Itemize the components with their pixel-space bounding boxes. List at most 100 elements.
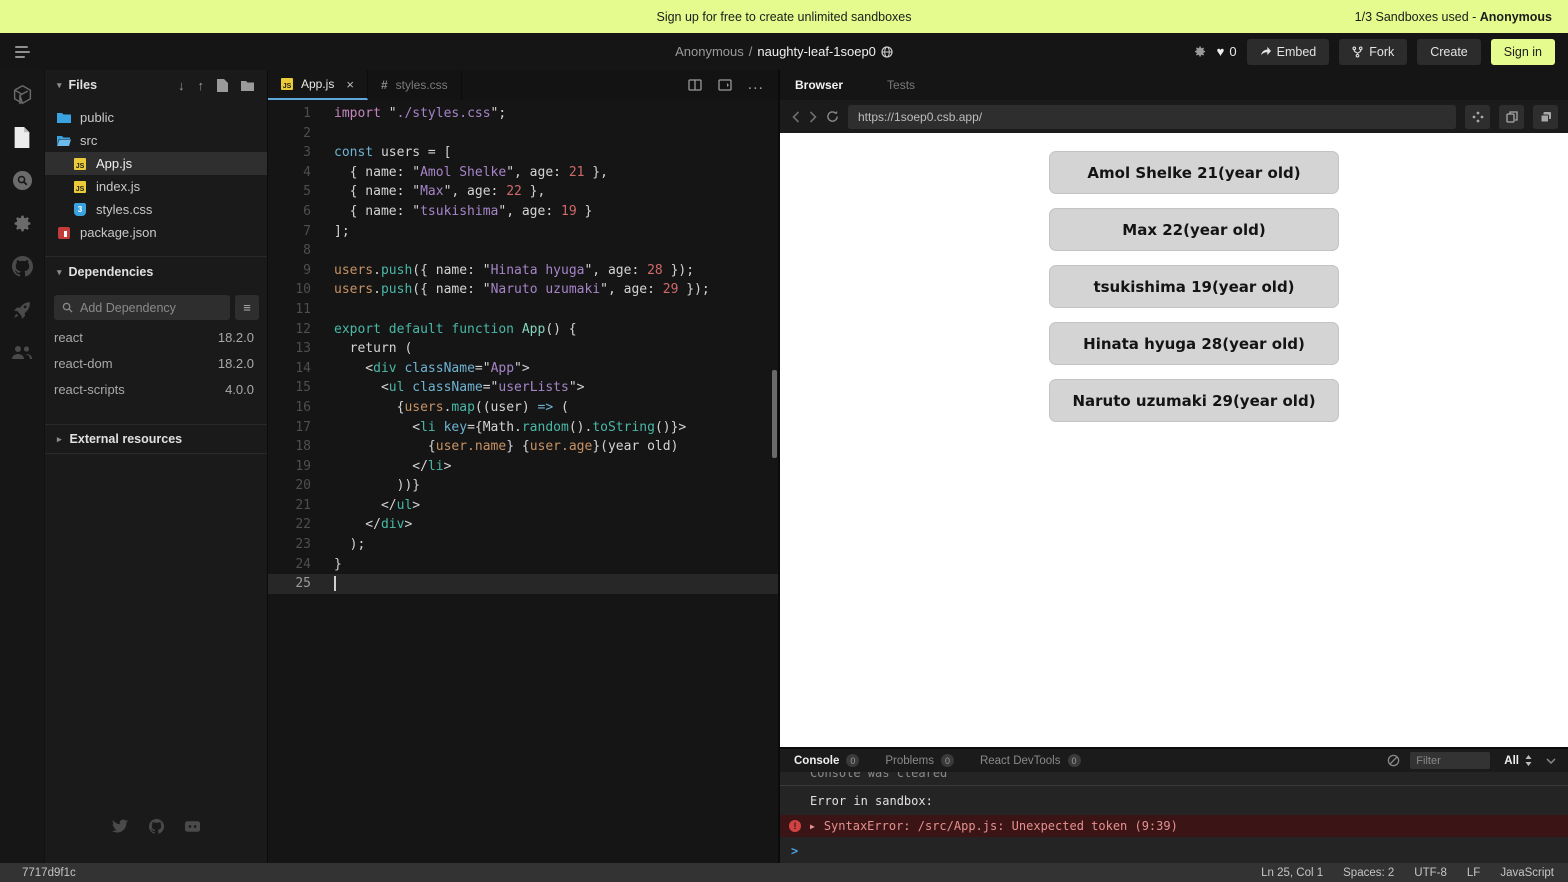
- fork-button[interactable]: Fork: [1339, 39, 1407, 65]
- preview-tab-tests[interactable]: Tests: [887, 78, 915, 92]
- preferences-gear-icon[interactable]: [1192, 44, 1207, 59]
- status-item[interactable]: Spaces: 2: [1343, 867, 1394, 879]
- console-tab-console[interactable]: Console0: [794, 754, 859, 767]
- editor-scrollbar[interactable]: [772, 370, 777, 458]
- file-explorer-icon[interactable]: [11, 126, 34, 149]
- code-line-21[interactable]: 21 </ul>: [268, 496, 778, 516]
- add-dependency-input[interactable]: Add Dependency: [54, 295, 230, 320]
- github-icon[interactable]: [11, 255, 34, 278]
- split-vertical-icon[interactable]: [718, 79, 732, 91]
- code-line-11[interactable]: 11: [268, 300, 778, 320]
- user-list-item[interactable]: tsukishima 19(year old): [1049, 265, 1339, 308]
- external-resources-header[interactable]: ▸ External resources: [45, 424, 267, 454]
- code-line-13[interactable]: 13 return (: [268, 339, 778, 359]
- user-list-item[interactable]: Max 22(year old): [1049, 208, 1339, 251]
- file-row-styles-css[interactable]: 3styles.css: [45, 198, 267, 221]
- code-line-23[interactable]: 23 );: [268, 535, 778, 555]
- console-level-select[interactable]: All: [1500, 755, 1536, 767]
- github-icon[interactable]: [147, 817, 165, 835]
- pointer-dots-icon[interactable]: [1465, 105, 1490, 129]
- dependency-row-react[interactable]: react18.2.0: [45, 324, 267, 350]
- user-list-item[interactable]: Naruto uzumaki 29(year old): [1049, 379, 1339, 422]
- code-line-8[interactable]: 8: [268, 241, 778, 261]
- console-tab-problems[interactable]: Problems0: [885, 754, 954, 767]
- status-item[interactable]: UTF-8: [1414, 867, 1447, 879]
- code-line-5[interactable]: 5 { name: "Max", age: 22 },: [268, 182, 778, 202]
- expand-triangle-icon[interactable]: ▶: [810, 822, 815, 831]
- editor-tab-App-js[interactable]: JSApp.js×: [268, 70, 368, 100]
- code-line-12[interactable]: 12export default function App() {: [268, 320, 778, 340]
- forward-icon[interactable]: [809, 111, 817, 123]
- file-row-index-js[interactable]: JSindex.js: [45, 175, 267, 198]
- code-line-25[interactable]: 25: [268, 574, 778, 594]
- split-horizontal-icon[interactable]: [688, 79, 702, 91]
- code-line-2[interactable]: 2: [268, 124, 778, 144]
- console-filter-input[interactable]: [1410, 752, 1490, 769]
- discord-icon[interactable]: [183, 817, 201, 835]
- code-line-4[interactable]: 4 { name: "Amol Shelke", age: 21 },: [268, 163, 778, 183]
- live-users-icon[interactable]: [11, 341, 34, 364]
- new-folder-icon[interactable]: [241, 78, 254, 93]
- code-line-18[interactable]: 18 {user.name} {user.age}(year old): [268, 437, 778, 457]
- status-item[interactable]: JavaScript: [1500, 867, 1554, 879]
- open-new-window-icon[interactable]: [1499, 105, 1524, 129]
- code-line-15[interactable]: 15 <ul className="userLists">: [268, 378, 778, 398]
- sign-in-button[interactable]: Sign in: [1491, 39, 1555, 65]
- code-line-16[interactable]: 16 {users.map((user) => (: [268, 398, 778, 418]
- code-line-17[interactable]: 17 <li key={Math.random().toString()}>: [268, 418, 778, 438]
- dependency-row-react-scripts[interactable]: react-scripts4.0.0: [45, 376, 267, 402]
- code-area[interactable]: 1import "./styles.css";23const users = […: [268, 100, 778, 863]
- search-icon[interactable]: [11, 169, 34, 192]
- clear-console-icon[interactable]: [1387, 754, 1400, 767]
- url-input[interactable]: https://1soep0.csb.app/: [848, 105, 1456, 129]
- editor-tab-styles-css[interactable]: #styles.css: [368, 70, 462, 100]
- status-item[interactable]: Ln 25, Col 1: [1261, 867, 1323, 879]
- code-line-1[interactable]: 1import "./styles.css";: [268, 104, 778, 124]
- file-row-package-json[interactable]: package.json: [45, 221, 267, 244]
- chevron-down-icon[interactable]: [1546, 758, 1556, 764]
- dependency-menu-icon[interactable]: ≡: [235, 295, 259, 320]
- hamburger-icon[interactable]: [0, 46, 46, 58]
- code-line-22[interactable]: 22 </div>: [268, 515, 778, 535]
- close-icon[interactable]: ×: [346, 77, 354, 92]
- file-row-App-js[interactable]: JSApp.js: [45, 152, 267, 175]
- back-icon[interactable]: [792, 111, 800, 123]
- line-number: 11: [268, 300, 311, 320]
- download-icon[interactable]: ↓: [178, 78, 185, 93]
- more-icon[interactable]: ...: [748, 76, 764, 94]
- preview-tab-browser[interactable]: Browser: [795, 78, 843, 92]
- code-line-6[interactable]: 6 { name: "tsukishima", age: 19 }: [268, 202, 778, 222]
- create-button[interactable]: Create: [1417, 39, 1481, 65]
- dependencies-header[interactable]: ▾ Dependencies: [45, 257, 267, 287]
- new-file-icon[interactable]: [217, 78, 228, 93]
- file-row-public[interactable]: public: [45, 106, 267, 129]
- user-list-item[interactable]: Hinata hyuga 28(year old): [1049, 322, 1339, 365]
- user-list-item[interactable]: Amol Shelke 21(year old): [1049, 151, 1339, 194]
- code-line-9[interactable]: 9users.push({ name: "Hinata hyuga", age:…: [268, 261, 778, 281]
- dependency-row-react-dom[interactable]: react-dom18.2.0: [45, 350, 267, 376]
- files-panel-header[interactable]: ▾ Files ↓ ↑: [45, 70, 267, 100]
- console-tab-react-devtools[interactable]: React DevTools0: [980, 754, 1081, 767]
- responsive-icon[interactable]: [1533, 105, 1558, 129]
- like-control[interactable]: ♥0: [1217, 44, 1237, 59]
- refresh-icon[interactable]: [826, 110, 839, 123]
- code-text: export default function App() {: [311, 320, 577, 340]
- status-item[interactable]: LF: [1467, 867, 1480, 879]
- code-line-14[interactable]: 14 <div className="App">: [268, 359, 778, 379]
- code-line-10[interactable]: 10users.push({ name: "Naruto uzumaki", a…: [268, 280, 778, 300]
- upload-icon[interactable]: ↑: [198, 78, 205, 93]
- embed-button[interactable]: Embed: [1247, 39, 1330, 65]
- code-line-3[interactable]: 3const users = [: [268, 143, 778, 163]
- sandbox-logo-icon[interactable]: [11, 83, 34, 106]
- code-line-19[interactable]: 19 </li>: [268, 457, 778, 477]
- code-line-24[interactable]: 24}: [268, 555, 778, 575]
- console-error-row[interactable]: ! ▶ SyntaxError: /src/App.js: Unexpected…: [780, 815, 1568, 837]
- twitter-icon[interactable]: [111, 817, 129, 835]
- code-line-20[interactable]: 20 ))}: [268, 476, 778, 496]
- dependencies-title: Dependencies: [69, 265, 154, 279]
- settings-icon[interactable]: [11, 212, 34, 235]
- code-line-7[interactable]: 7];: [268, 222, 778, 242]
- rocket-icon[interactable]: [11, 298, 34, 321]
- console-input[interactable]: >: [780, 837, 1568, 858]
- file-row-src[interactable]: src: [45, 129, 267, 152]
